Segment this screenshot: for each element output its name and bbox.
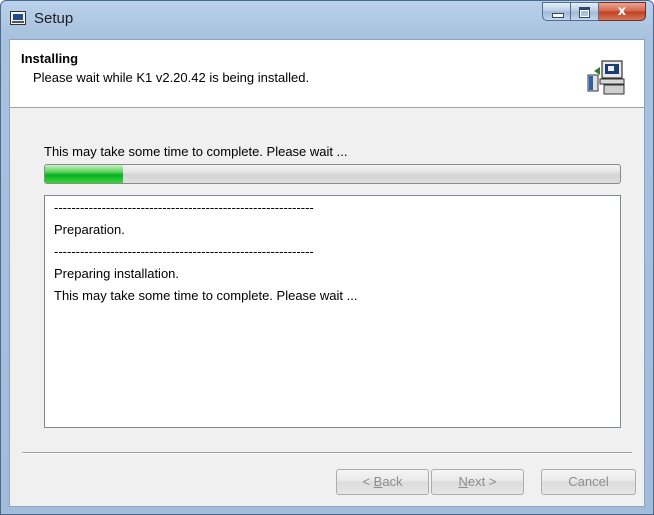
log-line: ----------------------------------------…: [54, 200, 314, 215]
page-title: Installing: [21, 51, 79, 66]
dialog-client-area: Installing Please wait while K1 v2.20.42…: [9, 39, 645, 507]
installer-computer-icon: [587, 60, 625, 95]
next-button[interactable]: Next >: [431, 469, 524, 495]
log-line: Preparing installation.: [54, 266, 180, 281]
setup-window-icon: [10, 11, 26, 25]
close-button[interactable]: x: [599, 2, 646, 21]
minimize-icon: [552, 13, 564, 18]
page-subtitle: Please wait while K1 v2.20.42 is being i…: [33, 70, 310, 85]
wizard-header: Installing Please wait while K1 v2.20.42…: [10, 40, 644, 108]
next-button-accel: N: [458, 474, 468, 489]
title-bar[interactable]: Setup x: [1, 1, 653, 37]
back-button-prefix: <: [362, 474, 374, 489]
close-icon: x: [617, 4, 627, 19]
back-button[interactable]: < Back: [336, 469, 429, 495]
minimize-button[interactable]: [542, 2, 571, 21]
log-line: This may take some time to complete. Ple…: [54, 288, 358, 303]
log-line: ----------------------------------------…: [54, 244, 314, 259]
footer-divider: [22, 452, 632, 454]
next-button-rest: ext >: [467, 474, 497, 489]
install-log[interactable]: ----------------------------------------…: [44, 195, 621, 428]
progress-bar: [44, 164, 621, 184]
setup-window: Setup x Installing Please wait while K1 …: [0, 0, 654, 515]
log-line: Preparation.: [54, 222, 125, 237]
window-controls: x: [542, 2, 646, 22]
progress-fill: [45, 165, 123, 183]
maximize-button[interactable]: [571, 2, 599, 21]
window-title: Setup: [34, 10, 74, 27]
cancel-button[interactable]: Cancel: [541, 469, 636, 495]
maximize-icon: [579, 7, 590, 18]
status-text: This may take some time to complete. Ple…: [44, 144, 348, 159]
back-button-rest: ack: [382, 474, 403, 489]
